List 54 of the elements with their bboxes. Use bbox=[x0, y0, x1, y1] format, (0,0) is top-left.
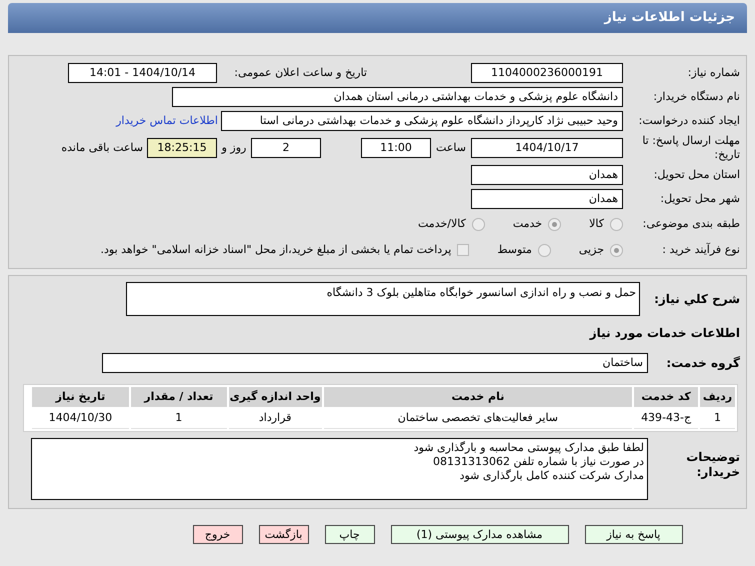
payment-note: پرداخت تمام یا بخشی از مبلغ خرید،از محل "اسناد خزانه اسلامی" خواهد بود. bbox=[100, 242, 452, 258]
column-header: تعداد / مقدار bbox=[130, 387, 227, 407]
field-label: توضیحات خریدار: bbox=[685, 449, 740, 480]
action-button[interactable]: بازگشت bbox=[258, 525, 308, 544]
field-label: شهر محل تحویل: bbox=[659, 190, 740, 207]
radio-button[interactable] bbox=[548, 218, 562, 230]
option-label: کالا/خدمت bbox=[418, 216, 466, 232]
checkbox[interactable] bbox=[457, 244, 470, 256]
notes-box[interactable]: لطفا طبق مدارک پیوستی محاسبه و بارگذاری شود در صورت نیاز با شماره تلفن 08131313062 مدارک شرکت کننده کامل بارگذاری شود bbox=[31, 438, 648, 500]
text-field[interactable]: دانشگاه علوم پزشکی و خدمات بهداشتی درمانی استان همدان bbox=[172, 87, 623, 107]
header-bar: جزئیات اطلاعات نیاز bbox=[8, 3, 747, 33]
action-button[interactable]: چاپ bbox=[324, 525, 374, 544]
option-label: خدمت bbox=[512, 216, 542, 232]
field-label: شرح كلي نياز: bbox=[653, 291, 740, 308]
section-heading: اطلاعات خدمات مورد نیاز bbox=[590, 325, 740, 342]
column-header: کد خدمت bbox=[634, 387, 698, 407]
option-label: کالا bbox=[589, 216, 604, 232]
radio-button[interactable] bbox=[472, 218, 485, 230]
option-label: متوسط bbox=[497, 242, 532, 258]
field-label: ساعت باقی مانده bbox=[61, 140, 143, 156]
field-label: مهلت ارسال پاسخ: تا تاریخ: bbox=[641, 134, 740, 162]
field-label: ساعت bbox=[435, 140, 467, 156]
text-field[interactable]: 2 bbox=[251, 138, 321, 158]
action-button[interactable]: مشاهده مدارک پیوستی (1) bbox=[390, 525, 568, 544]
action-button[interactable]: پاسخ به نیاز bbox=[584, 525, 682, 544]
text-field[interactable]: 1404/10/14 - 14:01 bbox=[68, 63, 217, 83]
contact-link[interactable]: اطلاعات تماس خریدار bbox=[116, 112, 218, 130]
column-header: نام خدمت bbox=[324, 387, 632, 407]
option-label: جزیی bbox=[578, 242, 604, 258]
radio-button[interactable] bbox=[538, 244, 551, 256]
column-header: ردیف bbox=[700, 387, 735, 407]
field-label: استان محل تحویل: bbox=[652, 166, 740, 183]
action-button[interactable]: خروج bbox=[192, 525, 242, 544]
countdown-field[interactable]: 18:25:15 bbox=[147, 138, 217, 158]
text-field[interactable]: همدان bbox=[471, 189, 623, 209]
field-label: نوع فرآیند خرید : bbox=[661, 242, 740, 258]
column-header: واحد اندازه گیری bbox=[228, 387, 322, 407]
radio-button[interactable] bbox=[610, 244, 623, 256]
column-header: تاریخ نیاز bbox=[32, 387, 129, 407]
text-field[interactable]: 1404/10/17 bbox=[471, 138, 623, 158]
service-group-field[interactable]: ساختمان bbox=[102, 353, 648, 373]
field-label: گروه خدمت: bbox=[665, 355, 740, 372]
description-box[interactable]: حمل و نصب و راه اندازی اسانسور خوابگاه متاهلین بلوک 3 دانشگاه bbox=[126, 282, 640, 316]
text-field[interactable]: همدان bbox=[471, 165, 623, 185]
field-label: ایجاد کننده درخواست: bbox=[638, 112, 740, 129]
text-field[interactable]: 11:00 bbox=[361, 138, 431, 158]
field-label: شماره نیاز: bbox=[686, 64, 740, 81]
field-label: نام دستگاه خریدار: bbox=[652, 88, 740, 105]
field-label: روز و bbox=[220, 140, 248, 156]
text-field[interactable]: 1104000236000191 bbox=[471, 63, 623, 83]
field-label: تاریخ و ساعت اعلان عمومی: bbox=[233, 64, 367, 81]
text-field[interactable]: وحید حبیبی نژاد کارپرداز دانشگاه علوم پزشکی و خدمات بهداشتی درمانی استا bbox=[221, 111, 623, 131]
radio-button[interactable] bbox=[610, 218, 623, 230]
field-label: طبقه بندی موضوعی: bbox=[642, 216, 740, 232]
